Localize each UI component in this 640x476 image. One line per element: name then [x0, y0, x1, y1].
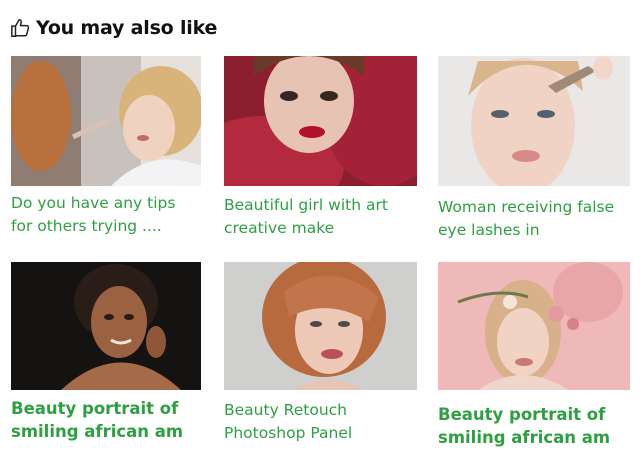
card-thumbnail-3[interactable]: [438, 56, 630, 186]
eyelash-application-photo: [438, 56, 630, 186]
african-beauty-portrait-photo: [11, 262, 201, 390]
card-thumbnail-4[interactable]: [11, 262, 201, 390]
card-caption-2[interactable]: Beautiful girl with art creative make: [224, 194, 388, 240]
section-title: You may also like: [36, 17, 218, 39]
card-thumbnail-2[interactable]: [224, 56, 417, 186]
flower-crown-portrait-photo: [438, 262, 630, 390]
redhead-retouch-photo: [224, 262, 417, 390]
bridal-makeup-photo: [11, 56, 201, 186]
section-header: You may also like: [10, 14, 217, 42]
card-thumbnail-6[interactable]: [438, 262, 630, 390]
card-caption-3[interactable]: Woman receiving false eye lashes in: [438, 196, 614, 242]
card-thumbnail-1[interactable]: [11, 56, 201, 186]
card-caption-1[interactable]: Do you have any tips for others trying .…: [11, 192, 175, 238]
card-caption-5[interactable]: Beauty Retouch Photoshop Panel: [224, 399, 352, 445]
card-caption-4[interactable]: Beauty portrait of smiling african am: [11, 397, 183, 443]
card-thumbnail-5[interactable]: [224, 262, 417, 390]
red-tulle-portrait-photo: [224, 56, 417, 186]
thumbs-up-icon: [11, 19, 30, 37]
card-caption-6[interactable]: Beauty portrait of smiling african am: [438, 403, 610, 449]
